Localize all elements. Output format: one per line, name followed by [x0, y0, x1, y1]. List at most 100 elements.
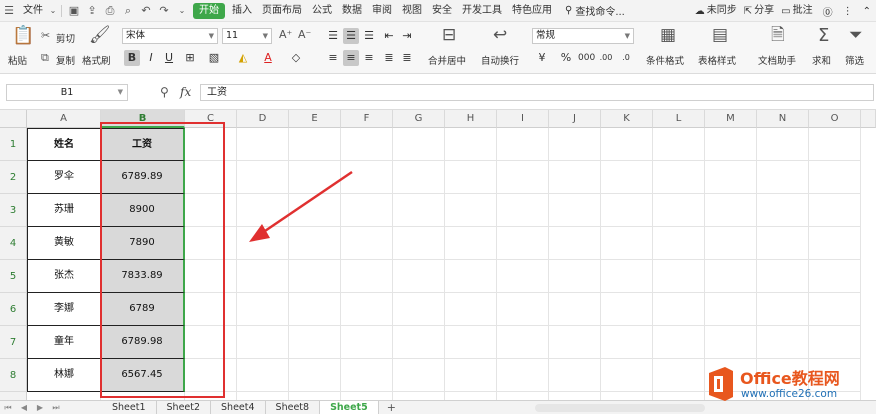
- fill-color-button[interactable]: ◭: [235, 50, 251, 66]
- redo-icon[interactable]: ↷: [155, 0, 173, 22]
- thousands-icon[interactable]: 000: [578, 50, 595, 66]
- empty-cell[interactable]: [497, 194, 549, 227]
- empty-cell[interactable]: [705, 161, 757, 194]
- empty-cell[interactable]: [237, 326, 289, 359]
- column-header[interactable]: L: [653, 110, 705, 128]
- empty-cell[interactable]: [601, 227, 653, 260]
- align-middle-icon[interactable]: ☰: [343, 28, 359, 44]
- save-icon[interactable]: ▣: [65, 0, 83, 22]
- comment-button[interactable]: 批注: [793, 0, 818, 22]
- empty-cell[interactable]: [393, 260, 445, 293]
- file-menu[interactable]: 文件: [18, 0, 48, 22]
- empty-cell[interactable]: [289, 293, 341, 326]
- row-header[interactable]: 3: [0, 194, 27, 227]
- column-header[interactable]: K: [601, 110, 653, 128]
- sheet-tab-sheet4[interactable]: Sheet4: [211, 400, 266, 414]
- empty-cell[interactable]: [705, 293, 757, 326]
- help-icon[interactable]: ⓪: [818, 4, 838, 19]
- font-size-select[interactable]: 11 ▼: [222, 28, 272, 44]
- empty-cell[interactable]: [653, 392, 705, 400]
- empty-cell[interactable]: [393, 227, 445, 260]
- empty-cell[interactable]: [341, 194, 393, 227]
- last-sheet-icon[interactable]: ⏭: [48, 403, 64, 413]
- share-button[interactable]: 分享: [754, 0, 779, 22]
- empty-cell[interactable]: [809, 194, 861, 227]
- sheet-tab-sheet5[interactable]: Sheet5: [320, 400, 379, 414]
- empty-cell[interactable]: [185, 293, 237, 326]
- empty-cell[interactable]: [341, 128, 393, 161]
- paste-label[interactable]: 粘贴: [8, 53, 27, 67]
- empty-cell[interactable]: [185, 359, 237, 392]
- empty-cell[interactable]: [497, 326, 549, 359]
- empty-cell[interactable]: [445, 326, 497, 359]
- empty-cell[interactable]: [705, 128, 757, 161]
- wrap-text-label[interactable]: 自动换行: [481, 53, 519, 67]
- column-header[interactable]: H: [445, 110, 497, 128]
- empty-cell[interactable]: [549, 161, 601, 194]
- empty-cell[interactable]: [601, 194, 653, 227]
- empty-cell[interactable]: [497, 260, 549, 293]
- tab-formula[interactable]: 公式: [307, 0, 337, 22]
- empty-cell[interactable]: [289, 392, 341, 400]
- empty-cell[interactable]: [601, 260, 653, 293]
- empty-cell[interactable]: [809, 326, 861, 359]
- empty-cell[interactable]: [809, 128, 861, 161]
- empty-cell[interactable]: [185, 326, 237, 359]
- empty-cell[interactable]: [393, 392, 445, 400]
- empty-cell[interactable]: [497, 128, 549, 161]
- fx-button[interactable]: fx: [180, 85, 191, 99]
- collapse-icon[interactable]: ⌃: [858, 6, 876, 17]
- cell-name[interactable]: 童年: [27, 326, 101, 359]
- empty-cell[interactable]: [341, 227, 393, 260]
- empty-cell[interactable]: [445, 128, 497, 161]
- empty-cell[interactable]: [445, 227, 497, 260]
- command-search[interactable]: ⚲ 查找命令...: [557, 3, 633, 18]
- empty-cell[interactable]: [705, 326, 757, 359]
- empty-cell[interactable]: [549, 227, 601, 260]
- empty-cell[interactable]: [601, 293, 653, 326]
- empty-cell[interactable]: [757, 227, 809, 260]
- cell-salary[interactable]: 7833.89: [101, 260, 185, 293]
- formula-input[interactable]: 工资: [200, 84, 874, 101]
- tab-developer[interactable]: 开发工具: [457, 0, 507, 22]
- column-header[interactable]: M: [705, 110, 757, 128]
- border-button[interactable]: ⊞: [182, 50, 198, 66]
- row-header[interactable]: 4: [0, 227, 27, 260]
- spreadsheet-grid[interactable]: A B C D E F G H I J K L M N O 1 姓名 工资 2 罗伞 6789.89 3 苏珊 8900 4 黄敏…: [0, 110, 876, 400]
- empty-cell[interactable]: [237, 359, 289, 392]
- cell-salary[interactable]: 8900: [101, 194, 185, 227]
- column-header[interactable]: G: [393, 110, 445, 128]
- empty-cell[interactable]: [445, 392, 497, 400]
- empty-cell[interactable]: [497, 293, 549, 326]
- empty-cell[interactable]: [237, 227, 289, 260]
- sheet-tab-sheet2[interactable]: Sheet2: [157, 400, 212, 414]
- cell-name[interactable]: 苏珊: [27, 194, 101, 227]
- filter-icon[interactable]: ⏷: [849, 27, 863, 44]
- empty-cell[interactable]: [341, 161, 393, 194]
- cell-name[interactable]: 黄敏: [27, 227, 101, 260]
- fill-style-button[interactable]: ▧: [206, 50, 222, 66]
- tab-data[interactable]: 数据: [337, 0, 367, 22]
- empty-cell[interactable]: [393, 194, 445, 227]
- empty-cell[interactable]: [185, 260, 237, 293]
- font-color-button[interactable]: A: [260, 50, 276, 66]
- undo-icon[interactable]: ↶: [137, 0, 155, 22]
- column-header[interactable]: C: [185, 110, 237, 128]
- tab-features[interactable]: 特色应用: [507, 0, 557, 22]
- empty-cell[interactable]: [549, 128, 601, 161]
- cell-name[interactable]: 罗伞: [27, 161, 101, 194]
- empty-cell[interactable]: [809, 293, 861, 326]
- empty-cell[interactable]: [549, 293, 601, 326]
- empty-cell[interactable]: [549, 392, 601, 400]
- underline-button[interactable]: U: [161, 50, 177, 66]
- empty-cell[interactable]: [237, 128, 289, 161]
- doc-helper-label[interactable]: 文档助手: [758, 53, 796, 67]
- empty-cell[interactable]: [809, 227, 861, 260]
- empty-cell[interactable]: [237, 260, 289, 293]
- decrease-font-icon[interactable]: A⁻: [298, 29, 311, 40]
- paste-icon[interactable]: 📋: [12, 27, 34, 45]
- column-header[interactable]: F: [341, 110, 393, 128]
- decrease-decimal-icon[interactable]: .0: [618, 50, 634, 66]
- italic-button[interactable]: I: [143, 50, 159, 66]
- align-left-icon[interactable]: ≡: [325, 50, 341, 66]
